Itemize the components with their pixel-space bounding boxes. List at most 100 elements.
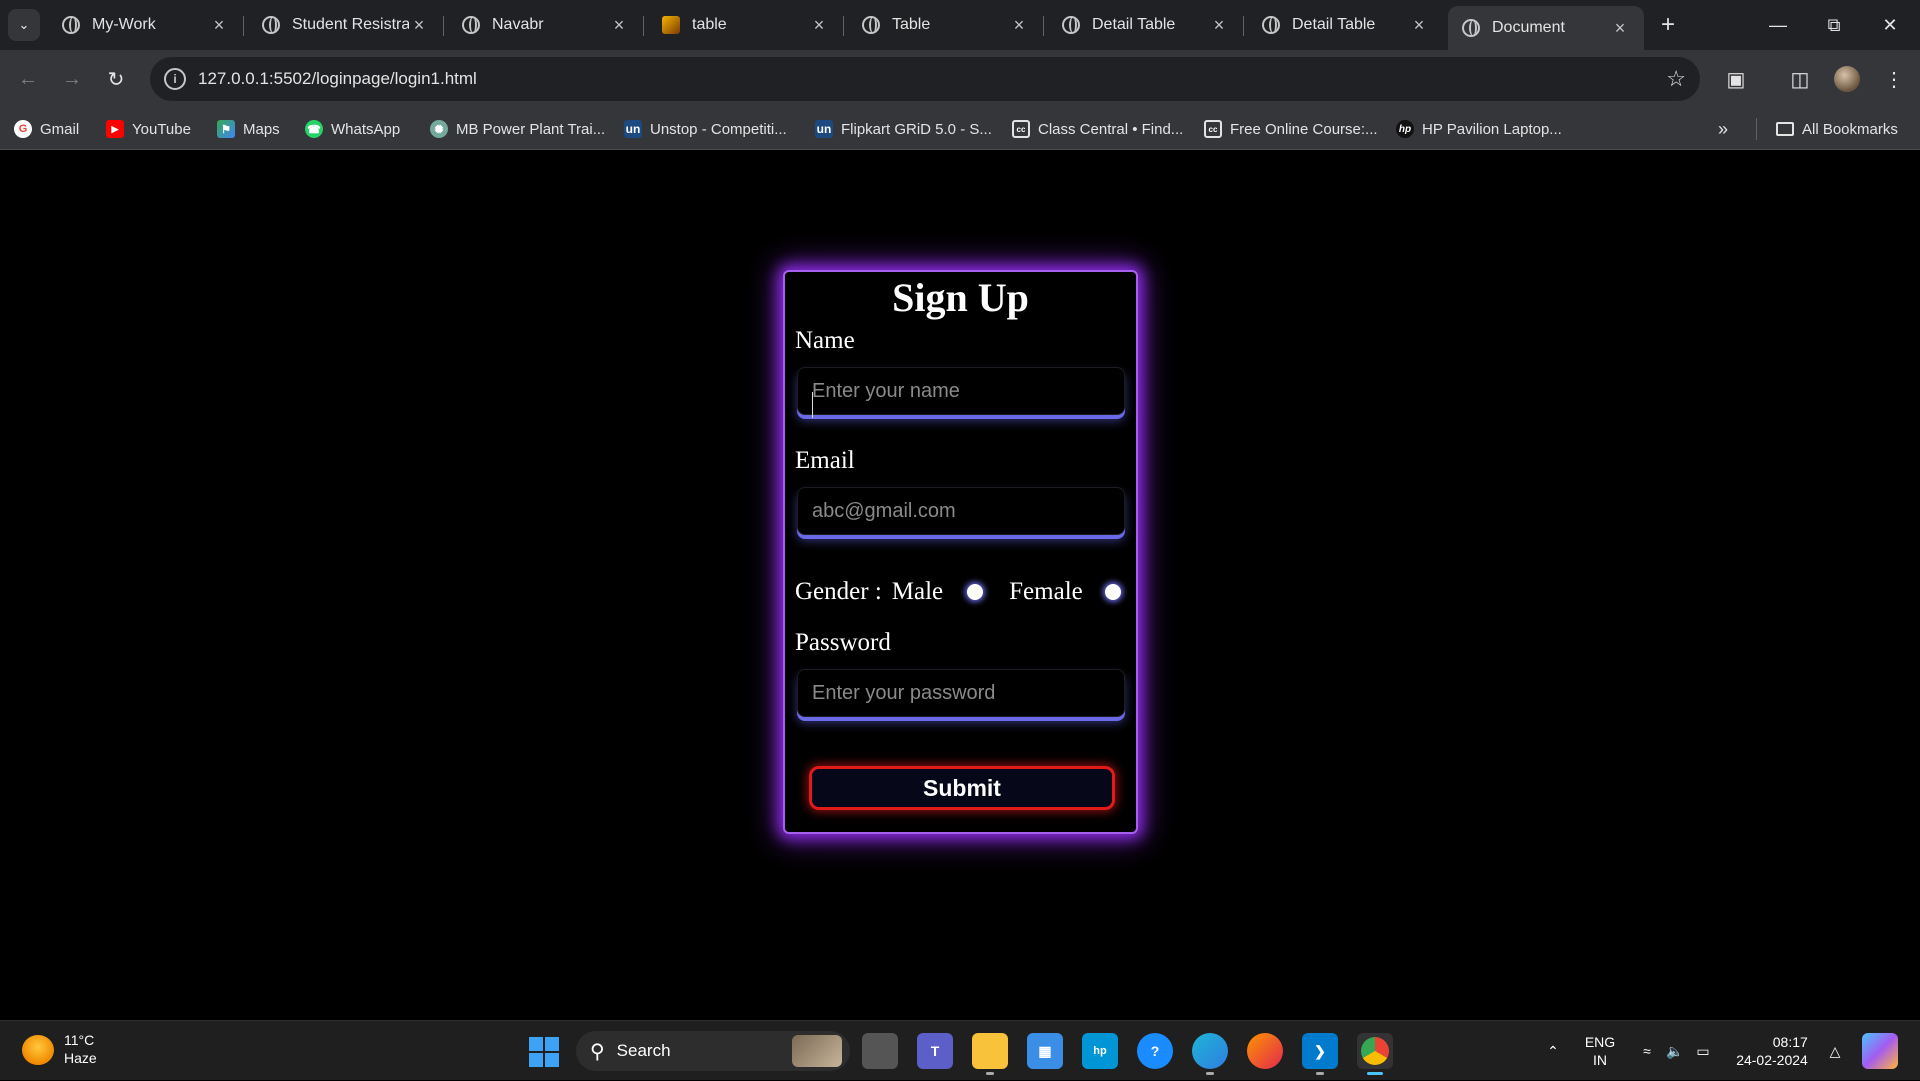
windows-start-icon[interactable]: [529, 1037, 559, 1067]
submit-button[interactable]: Submit: [809, 766, 1115, 810]
chevron-down-icon: ⌄: [18, 17, 30, 32]
close-icon[interactable]: ×: [609, 15, 629, 36]
tab-strip: ⌄ My-Work × Student Resistrat × Navabr ×…: [0, 0, 1920, 50]
star-icon[interactable]: ☆: [1666, 66, 1686, 92]
tab-title: Navabr: [492, 16, 544, 33]
gender-male-radio[interactable]: [967, 584, 984, 600]
help-icon[interactable]: ?: [1137, 1033, 1173, 1069]
menu-button[interactable]: ⋮: [1876, 61, 1912, 97]
weather-condition: Haze: [64, 1050, 97, 1066]
tab-student-registration[interactable]: Student Resistrat ×: [248, 6, 444, 44]
address-bar[interactable]: i 127.0.0.1:5502/loginpage/login1.html ☆: [150, 57, 1700, 101]
temperature: 11°C: [64, 1032, 95, 1048]
name-input[interactable]: [797, 367, 1125, 415]
weather-text: 11°C Haze: [64, 1031, 97, 1067]
taskbar-search[interactable]: ⚲ Search: [576, 1031, 850, 1071]
hp-icon: hp: [1396, 120, 1414, 138]
tab-my-work[interactable]: My-Work ×: [48, 6, 244, 44]
battery-icon[interactable]: ▭: [1690, 1021, 1716, 1081]
chrome-icon[interactable]: [1357, 1033, 1393, 1075]
more-vertical-icon: ⋮: [1884, 68, 1904, 91]
show-hidden-icons-button[interactable]: ⌃: [1538, 1021, 1568, 1081]
tab-detail-table-2[interactable]: Detail Table ×: [1248, 6, 1443, 44]
youtube-icon: ▶: [106, 120, 124, 138]
bookmark-gmail[interactable]: G Gmail: [14, 116, 79, 142]
close-icon[interactable]: ×: [809, 15, 829, 36]
reload-button[interactable]: ↻: [98, 61, 134, 97]
close-icon[interactable]: ×: [409, 15, 429, 36]
globe-icon: [1062, 16, 1080, 34]
email-input[interactable]: [797, 487, 1125, 535]
running-indicator: [1206, 1072, 1214, 1075]
close-icon[interactable]: ×: [1409, 15, 1429, 36]
restore-button[interactable]: ⧉: [1806, 0, 1862, 50]
gender-female-radio[interactable]: [1104, 584, 1121, 600]
tab-detail-table-1[interactable]: Detail Table ×: [1048, 6, 1244, 44]
volume-icon[interactable]: 🔈: [1662, 1021, 1688, 1081]
page-favicon-icon: [662, 16, 680, 34]
bookmark-maps[interactable]: ⚑ Maps: [217, 116, 280, 142]
tab-table-lower[interactable]: table ×: [648, 6, 844, 44]
windows-logo-pane: [529, 1053, 543, 1067]
side-panel-button[interactable]: ◫: [1782, 61, 1818, 97]
bookmark-hp-pavilion[interactable]: hp HP Pavilion Laptop...: [1396, 116, 1562, 142]
site-info-icon[interactable]: i: [164, 68, 186, 90]
tab-title: table: [692, 16, 727, 33]
extensions-button[interactable]: ▣: [1718, 61, 1754, 97]
task-view-icon[interactable]: [862, 1033, 898, 1069]
close-icon[interactable]: ×: [1209, 15, 1229, 36]
wifi-icon[interactable]: ≈: [1634, 1021, 1660, 1081]
tab-navabr[interactable]: Navabr ×: [448, 6, 644, 44]
globe-icon: [1462, 19, 1480, 37]
bookmark-class-central[interactable]: cc Class Central • Find...: [1012, 116, 1183, 142]
bookmark-free-online-course[interactable]: cc Free Online Course:...: [1204, 116, 1378, 142]
globe-icon: [462, 16, 480, 34]
close-icon[interactable]: ×: [1610, 18, 1630, 39]
minimize-button[interactable]: —: [1750, 0, 1806, 50]
vscode-icon[interactable]: ❯: [1302, 1033, 1338, 1075]
file-explorer-icon[interactable]: [972, 1033, 1008, 1075]
microsoft-store-icon[interactable]: ▦: [1027, 1033, 1063, 1069]
gender-option-female-label: Female: [1009, 578, 1083, 605]
tab-document[interactable]: Document ×: [1448, 6, 1644, 50]
new-tab-button[interactable]: +: [1652, 9, 1684, 41]
form-title: Sign Up: [892, 275, 1029, 320]
close-icon[interactable]: ×: [1009, 15, 1029, 36]
bookmark-label: YouTube: [132, 120, 191, 138]
bookmark-mb-power-plant[interactable]: ✺ MB Power Plant Trai...: [430, 116, 605, 142]
all-bookmarks-button[interactable]: All Bookmarks: [1776, 116, 1898, 142]
close-icon[interactable]: ×: [209, 15, 229, 36]
password-input[interactable]: [797, 669, 1125, 717]
profile-avatar[interactable]: [1834, 66, 1860, 92]
bookmark-youtube[interactable]: ▶ YouTube: [106, 116, 191, 142]
tab-separator: [443, 16, 444, 36]
myhp-icon[interactable]: hp: [1082, 1033, 1118, 1069]
tab-title: Document: [1492, 19, 1565, 36]
unstop-icon: un: [624, 120, 642, 138]
bookmark-flipkart-grid[interactable]: un Flipkart GRiD 5.0 - S...: [815, 116, 992, 142]
close-window-button[interactable]: ✕: [1862, 0, 1918, 50]
chrome-logo: [1361, 1037, 1389, 1065]
bookmark-unstop[interactable]: un Unstop - Competiti...: [624, 116, 787, 142]
bookmark-whatsapp[interactable]: ☎ WhatsApp: [305, 116, 400, 142]
minimize-icon: —: [1769, 14, 1787, 35]
tab-search-button[interactable]: ⌄: [8, 9, 40, 41]
teams-icon[interactable]: T: [917, 1033, 953, 1069]
tab-separator: [643, 16, 644, 36]
forward-button[interactable]: →: [54, 61, 90, 97]
edge-icon[interactable]: [1192, 1033, 1228, 1075]
running-indicator: [1367, 1072, 1383, 1075]
tab-table[interactable]: Table ×: [848, 6, 1044, 44]
clock-block: 08:17 24-02-2024: [1736, 1033, 1808, 1069]
back-button[interactable]: ←: [10, 61, 46, 97]
firefox-icon[interactable]: [1247, 1033, 1283, 1069]
copilot-icon[interactable]: [1862, 1033, 1898, 1069]
language-indicator[interactable]: ENG IN: [1578, 1021, 1622, 1081]
clock[interactable]: 08:17 24-02-2024: [1730, 1021, 1814, 1081]
search-label: Search: [616, 1041, 671, 1060]
bookmarks-overflow-button[interactable]: »: [1718, 116, 1728, 142]
tab-separator: [243, 16, 244, 36]
classcentral-icon: cc: [1204, 120, 1222, 138]
notification-bell-icon[interactable]: △: [1822, 1021, 1848, 1081]
search-highlight-image: [792, 1035, 842, 1067]
